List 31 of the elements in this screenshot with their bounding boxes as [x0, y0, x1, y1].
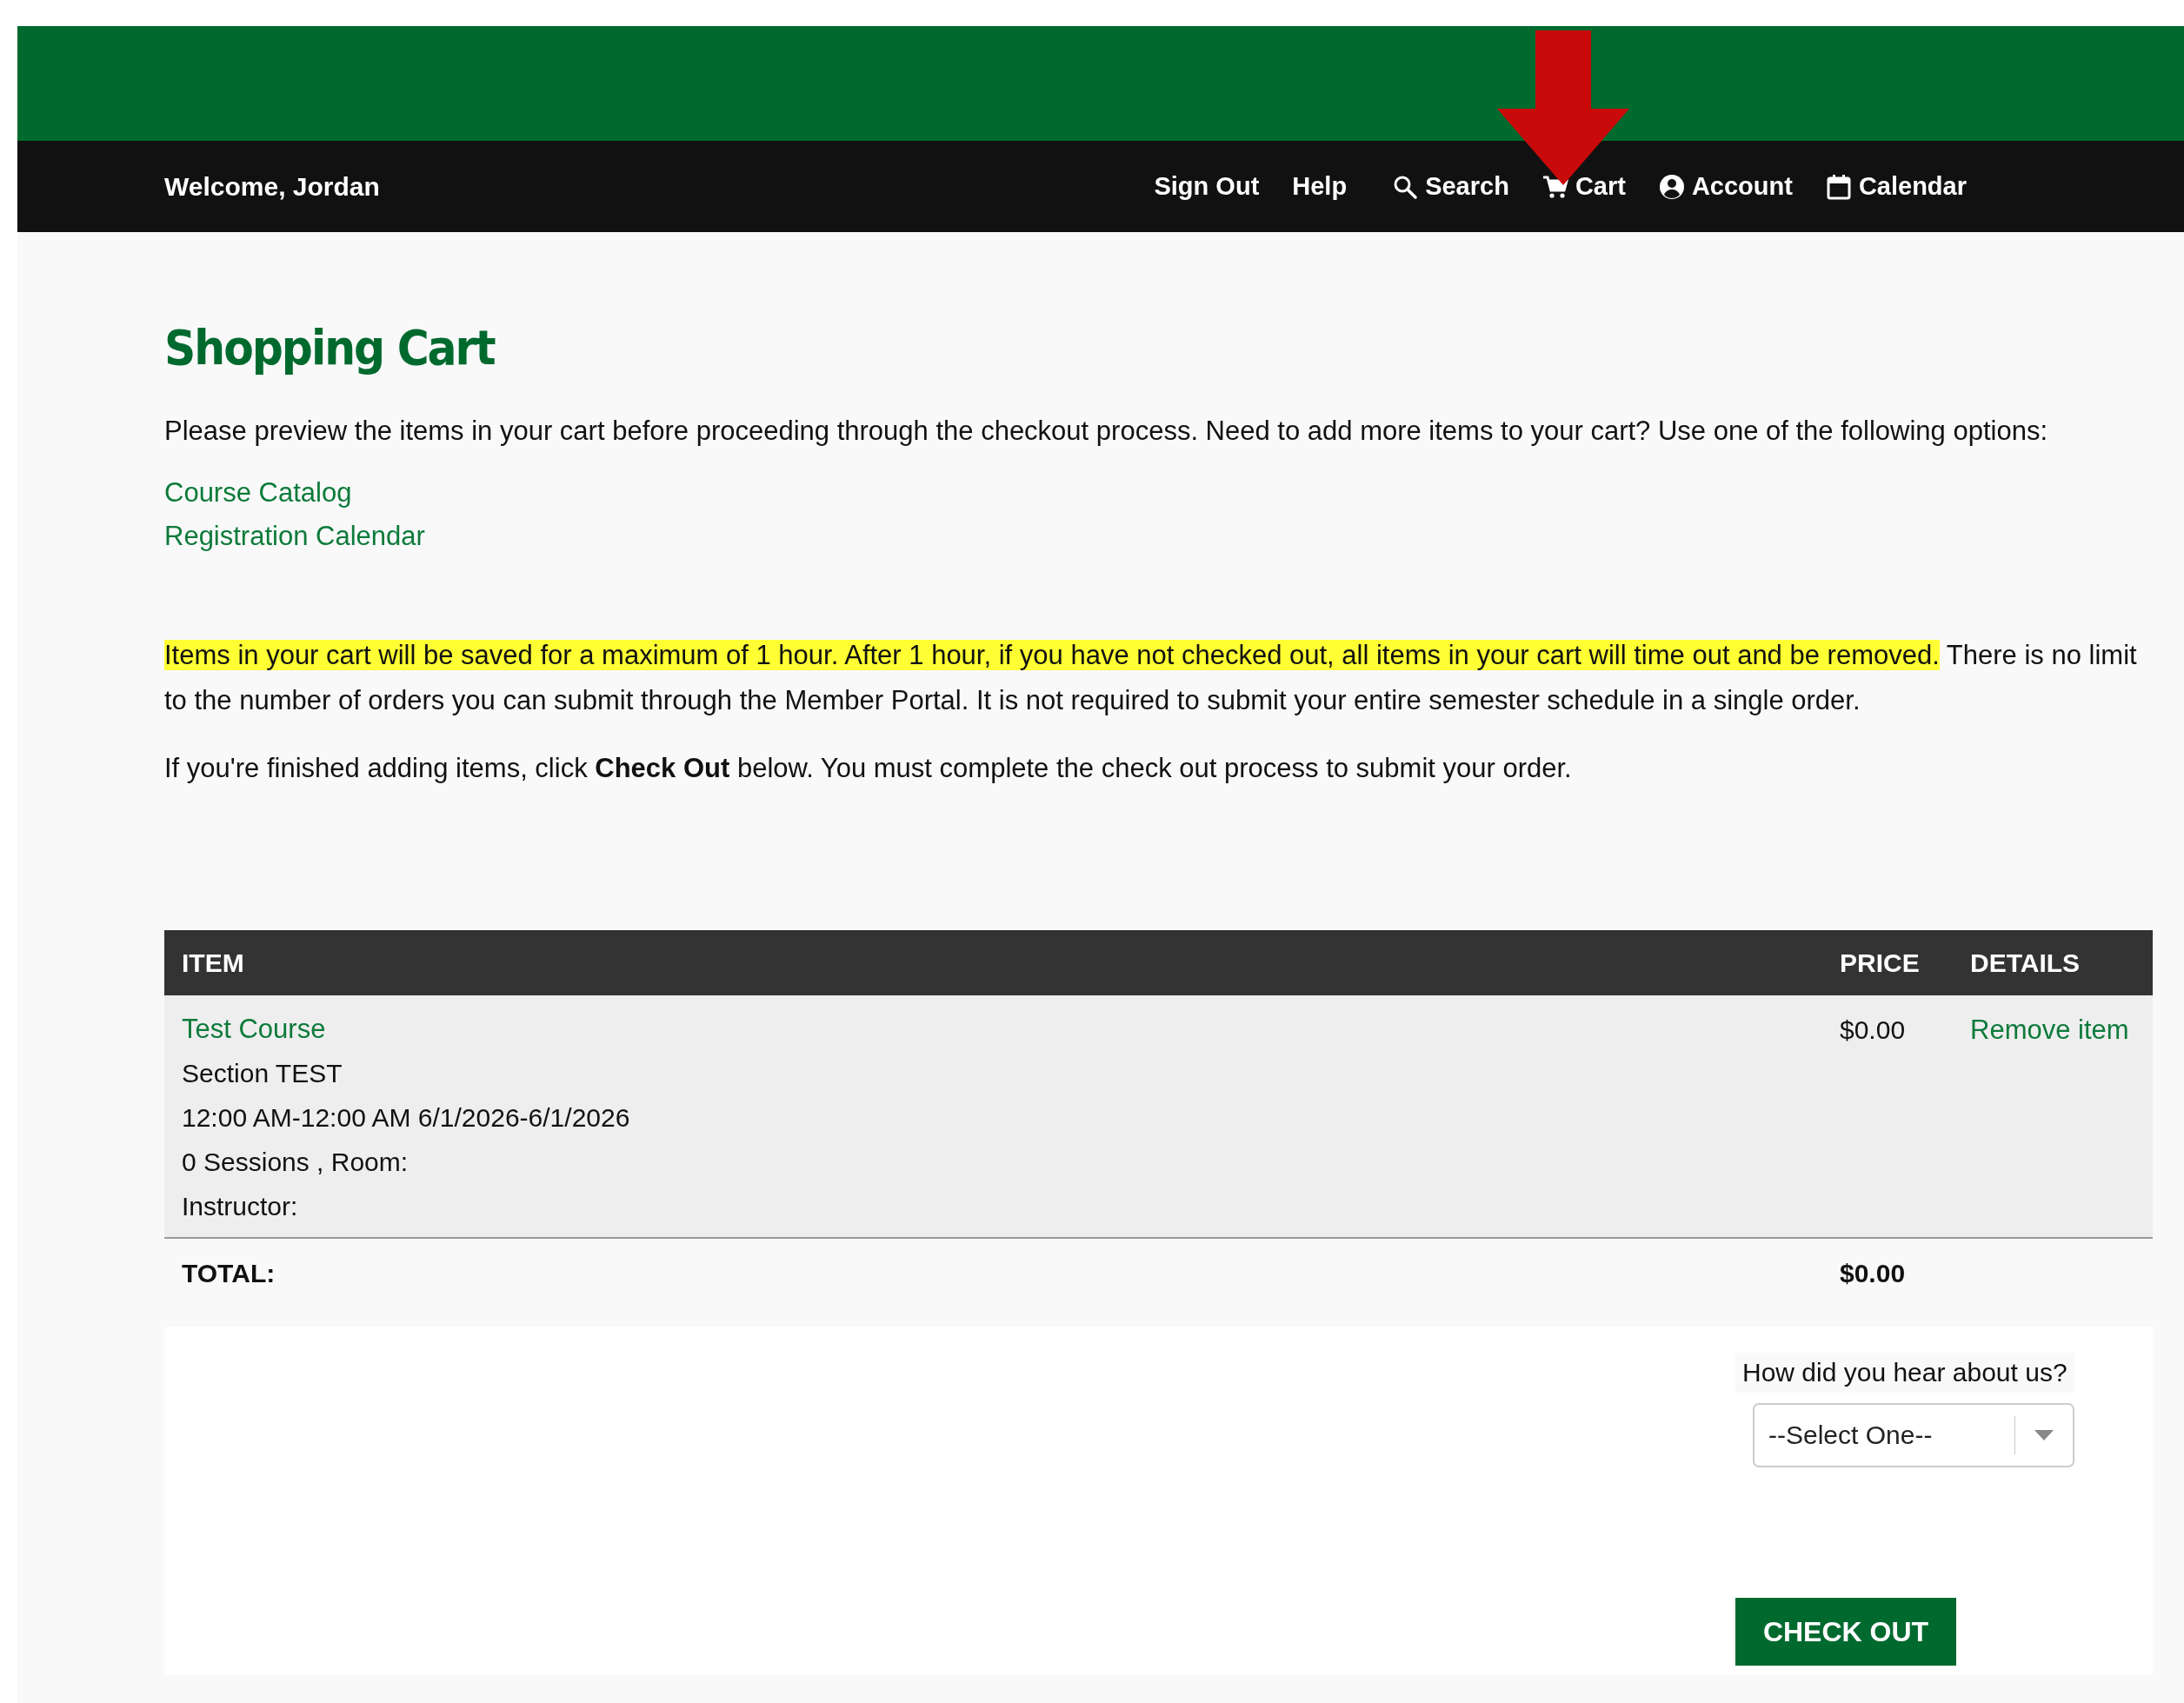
- nav-link[interactable]: Account: [1658, 172, 1793, 201]
- notice-text: Items in your cart will be saved for a maximum of 1 hour. After 1 hour, if you have not checked out, all items in your cart will time out and be removed. There is no limit to the number of orders you can submit through the Member Portal. It is not required to submit your entire semester schedule in a single order.: [164, 639, 2138, 717]
- price-text: $0.00: [1840, 1015, 1906, 1044]
- course-link[interactable]: Test Course: [182, 1008, 1805, 1051]
- caret-icon: [2034, 1430, 2054, 1440]
- account-icon: [1658, 173, 1685, 200]
- item-detail-text: 12:00 AM-12:00 AM 6/1/2026-6/1/2026: [182, 1102, 631, 1134]
- calendar-icon: [1825, 173, 1852, 200]
- nav-link[interactable]: Search: [1392, 172, 1509, 201]
- link[interactable]: Registration Calendar: [164, 515, 425, 558]
- total-amount: $0.00: [1840, 1259, 1906, 1287]
- column-header: ITEM: [164, 930, 1822, 995]
- total-label: TOTAL:: [182, 1259, 276, 1287]
- instruction-text: If you're finished adding items, click Check Out below. You must complete the check out process to submit your order.: [164, 752, 1573, 785]
- column-header: DETAILS: [1953, 930, 2153, 995]
- check-out-button[interactable]: CHECK OUT: [1735, 1598, 1956, 1666]
- column-header: PRICE: [1822, 930, 1953, 995]
- page-title: Shopping Cart: [164, 319, 496, 376]
- nav-link[interactable]: Sign Out: [1154, 172, 1260, 201]
- intro-text: Please preview the items in your cart before proceeding through the checkout process. Need to add more items to your cart? Use one of the following options:: [164, 415, 2049, 448]
- item-detail-text: 0 Sessions , Room:: [182, 1147, 410, 1178]
- link[interactable]: Course Catalog: [164, 471, 352, 515]
- item-detail-text: Instructor:: [182, 1191, 299, 1222]
- nav-link[interactable]: Help: [1292, 172, 1348, 201]
- nav-link[interactable]: Cart: [1541, 172, 1626, 201]
- welcome-text: Welcome, Jordan: [164, 171, 381, 202]
- remove-item-link[interactable]: Remove item: [1970, 1014, 2129, 1045]
- question-label: How did you hear about us?: [1735, 1353, 2074, 1393]
- dropdown-select[interactable]: --Select One--: [1753, 1403, 2074, 1467]
- nav-link[interactable]: Calendar: [1825, 172, 1967, 201]
- item-detail-text: Section TEST: [182, 1058, 343, 1089]
